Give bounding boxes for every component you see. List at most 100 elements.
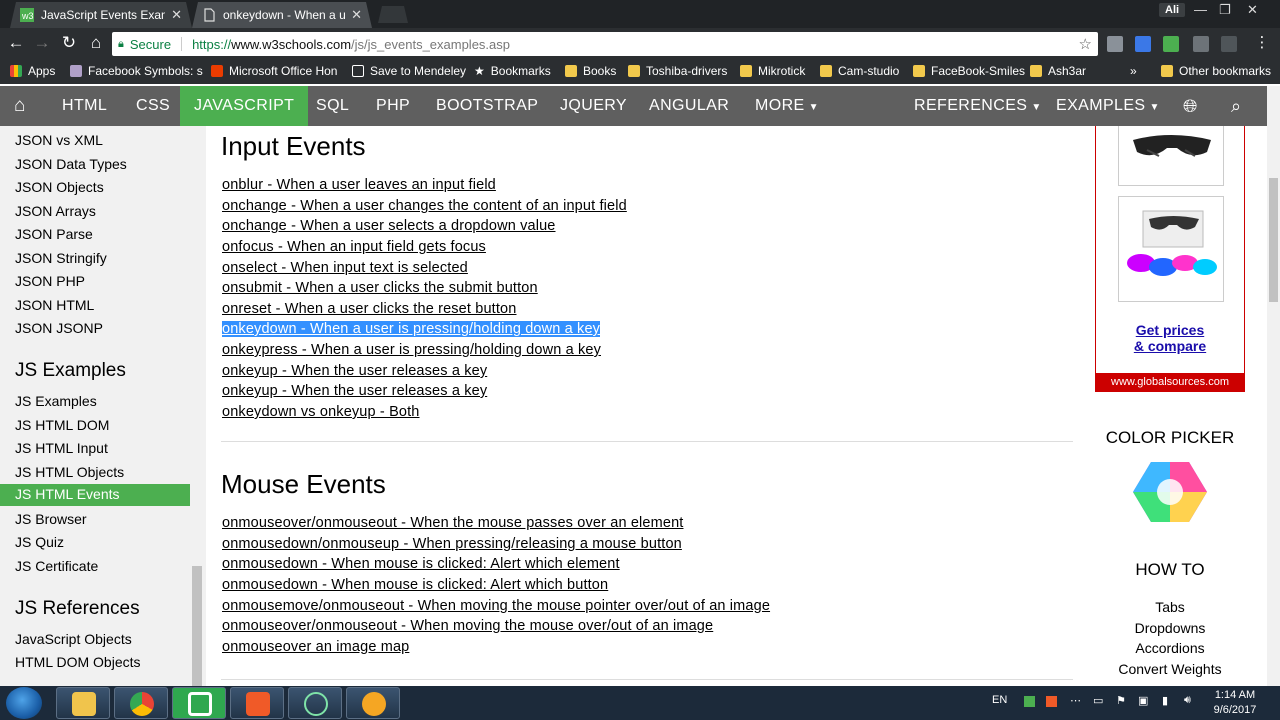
- nav-more[interactable]: MORE ▼: [755, 86, 819, 126]
- advertisement[interactable]: Get prices & compare www.globalsources.c…: [1095, 126, 1245, 392]
- tray-recorder-icon[interactable]: [1046, 696, 1057, 707]
- ad-image-glasses-set[interactable]: [1118, 196, 1224, 302]
- bookmark-folder-cam-studio[interactable]: Cam-studio: [820, 64, 899, 78]
- system-clock[interactable]: 1:14 AM 9/6/2017: [1205, 688, 1265, 718]
- taskbar-camtasia[interactable]: [172, 687, 226, 719]
- nav-html[interactable]: HTML: [62, 86, 107, 126]
- example-link-onchange-content[interactable]: onchange - When a user changes the conte…: [222, 198, 627, 214]
- nav-references[interactable]: REFERENCES ▼: [914, 86, 1042, 126]
- example-link-onreset[interactable]: onreset - When a user clicks the reset b…: [222, 301, 516, 317]
- nav-bootstrap[interactable]: BOOTSTRAP: [436, 86, 538, 126]
- sidebar-link-javascript-objects[interactable]: JavaScript Objects: [15, 631, 132, 647]
- ad-image-sunglasses[interactable]: [1118, 126, 1224, 186]
- extension-icon[interactable]: [1163, 36, 1179, 52]
- ad-footer[interactable]: www.globalsources.com: [1095, 373, 1245, 391]
- sidebar-link-js-html-events[interactable]: JS HTML Events: [0, 484, 190, 506]
- page-scrollbar-thumb[interactable]: [1269, 178, 1278, 302]
- sidebar-link-js-html-input[interactable]: JS HTML Input: [15, 440, 108, 456]
- sidebar-link-js-quiz[interactable]: JS Quiz: [15, 534, 64, 550]
- new-tab-button[interactable]: [378, 6, 408, 23]
- reload-icon[interactable]: ↻: [59, 33, 79, 53]
- search-icon[interactable]: ⌕: [1231, 86, 1241, 126]
- start-button-icon[interactable]: [6, 687, 42, 719]
- forward-icon[interactable]: →: [32, 33, 52, 53]
- example-link-onmousedown-which-button[interactable]: onmousedown - When mouse is clicked: Ale…: [222, 577, 608, 593]
- minimize-icon[interactable]: —: [1194, 2, 1207, 17]
- back-icon[interactable]: ←: [6, 33, 26, 53]
- browser-tab-events-examples[interactable]: w3 JavaScript Events Exampl ✕: [10, 2, 192, 28]
- example-link-onkeyup-2[interactable]: onkeyup - When the user releases a key: [222, 383, 487, 399]
- sidebar-link-json-stringify[interactable]: JSON Stringify: [15, 250, 107, 266]
- tray-network-icon[interactable]: ⋯: [1070, 694, 1081, 707]
- nav-angular[interactable]: ANGULAR: [649, 86, 729, 126]
- page-scrollbar[interactable]: [1267, 86, 1280, 686]
- nav-sql[interactable]: SQL: [316, 86, 349, 126]
- taskbar-app[interactable]: [346, 687, 400, 719]
- sidebar-link-html-dom-objects[interactable]: HTML DOM Objects: [15, 654, 141, 670]
- howto-link-convert-weights[interactable]: Convert Weights: [1095, 661, 1245, 677]
- example-link-onmousedown-button[interactable]: onmousedown/onmouseup - When pressing/re…: [222, 536, 682, 552]
- bookmark-mendeley[interactable]: Save to Mendeley: [352, 64, 466, 78]
- more-bookmarks-button[interactable]: »: [1130, 64, 1137, 78]
- example-link-onsubmit[interactable]: onsubmit - When a user clicks the submit…: [222, 280, 538, 296]
- example-link-onmouseover-image-map[interactable]: onmouseover an image map: [222, 639, 409, 655]
- taskbar-file-explorer[interactable]: [56, 687, 110, 719]
- sidebar-link-json-data-types[interactable]: JSON Data Types: [15, 156, 127, 172]
- browser-tab-onkeydown[interactable]: onkeydown - When a us ✕: [192, 2, 372, 28]
- taskbar-atom[interactable]: [288, 687, 342, 719]
- tray-display-icon[interactable]: ▣: [1138, 694, 1148, 707]
- sidebar-link-json-jsonp[interactable]: JSON JSONP: [15, 320, 103, 336]
- bookmark-folder-ash3ar[interactable]: Ash3ar: [1030, 64, 1086, 78]
- sidebar-scrollbar[interactable]: [192, 566, 202, 686]
- volume-icon[interactable]: 🔊︎: [1184, 694, 1191, 707]
- taskbar-camtasia-recorder[interactable]: [230, 687, 284, 719]
- example-link-onkeydown-vs-onkeyup[interactable]: onkeydown vs onkeyup - Both: [222, 404, 420, 420]
- other-bookmarks[interactable]: Other bookmarks: [1161, 64, 1271, 78]
- color-wheel-icon[interactable]: [1133, 460, 1207, 524]
- language-indicator[interactable]: EN: [992, 694, 1007, 706]
- close-tab-icon[interactable]: ✕: [171, 7, 182, 23]
- sidebar-link-js-html-dom[interactable]: JS HTML DOM: [15, 417, 109, 433]
- nav-examples[interactable]: EXAMPLES ▼: [1056, 86, 1160, 126]
- bookmark-folder-books[interactable]: Books: [565, 64, 616, 78]
- bookmark-bookmarks[interactable]: ★ Bookmarks: [474, 64, 551, 78]
- action-center-flag-icon[interactable]: ⚑: [1116, 694, 1126, 707]
- menu-icon[interactable]: ⋮: [1252, 33, 1272, 51]
- example-link-onfocus[interactable]: onfocus - When an input field gets focus: [222, 239, 486, 255]
- bookmark-folder-toshiba[interactable]: Toshiba-drivers: [628, 64, 727, 78]
- example-link-onkeyup[interactable]: onkeyup - When the user releases a key: [222, 363, 487, 379]
- example-link-onmouseover-element[interactable]: onmouseover/onmouseout - When the mouse …: [222, 515, 683, 531]
- globe-icon[interactable]: 🌐︎: [1183, 86, 1198, 126]
- sidebar-link-json-parse[interactable]: JSON Parse: [15, 226, 93, 242]
- ad-get-prices-link[interactable]: Get prices & compare: [1096, 322, 1244, 354]
- howto-link-accordions[interactable]: Accordions: [1095, 640, 1245, 656]
- sidebar-link-json-objects[interactable]: JSON Objects: [15, 179, 104, 195]
- example-link-onkeydown-selected[interactable]: onkeydown - When a user is pressing/hold…: [222, 321, 601, 337]
- sidebar-link-json-php[interactable]: JSON PHP: [15, 273, 85, 289]
- example-link-onselect[interactable]: onselect - When input text is selected: [222, 260, 468, 276]
- example-link-onkeypress[interactable]: onkeypress - When a user is pressing/hol…: [222, 342, 601, 358]
- bookmark-microsoft-office[interactable]: Microsoft Office Hon: [211, 64, 337, 78]
- sidebar-link-js-browser[interactable]: JS Browser: [15, 511, 87, 527]
- profile-badge[interactable]: Ali: [1159, 3, 1186, 17]
- extension-icon[interactable]: [1221, 36, 1237, 52]
- bookmark-folder-facebook-smiles[interactable]: FaceBook-Smiles: [913, 64, 1025, 78]
- maximize-icon[interactable]: ❐: [1219, 2, 1231, 18]
- nav-javascript[interactable]: JAVASCRIPT: [180, 86, 309, 126]
- close-window-icon[interactable]: ✕: [1247, 2, 1258, 18]
- bookmark-star-icon[interactable]: ☆: [1079, 35, 1092, 53]
- nav-css[interactable]: CSS: [136, 86, 170, 126]
- sidebar-link-js-examples[interactable]: JS Examples: [15, 393, 97, 409]
- example-link-onchange-dropdown[interactable]: onchange - When a user selects a dropdow…: [222, 218, 556, 234]
- example-link-onmousedown-which-element[interactable]: onmousedown - When mouse is clicked: Ale…: [222, 556, 620, 572]
- sidebar-link-json-vs-xml[interactable]: JSON vs XML: [15, 132, 103, 148]
- sidebar-link-js-certificate[interactable]: JS Certificate: [15, 558, 98, 574]
- bookmark-apps[interactable]: Apps: [10, 64, 55, 78]
- home-icon[interactable]: ⌂: [86, 33, 106, 53]
- tray-device-icon[interactable]: ▭: [1093, 694, 1103, 707]
- nav-jquery[interactable]: JQUERY: [560, 86, 627, 126]
- howto-link-tabs[interactable]: Tabs: [1095, 599, 1245, 615]
- translate-extension-icon[interactable]: [1135, 36, 1151, 52]
- tray-app-icon[interactable]: [1024, 696, 1035, 707]
- nav-php[interactable]: PHP: [376, 86, 410, 126]
